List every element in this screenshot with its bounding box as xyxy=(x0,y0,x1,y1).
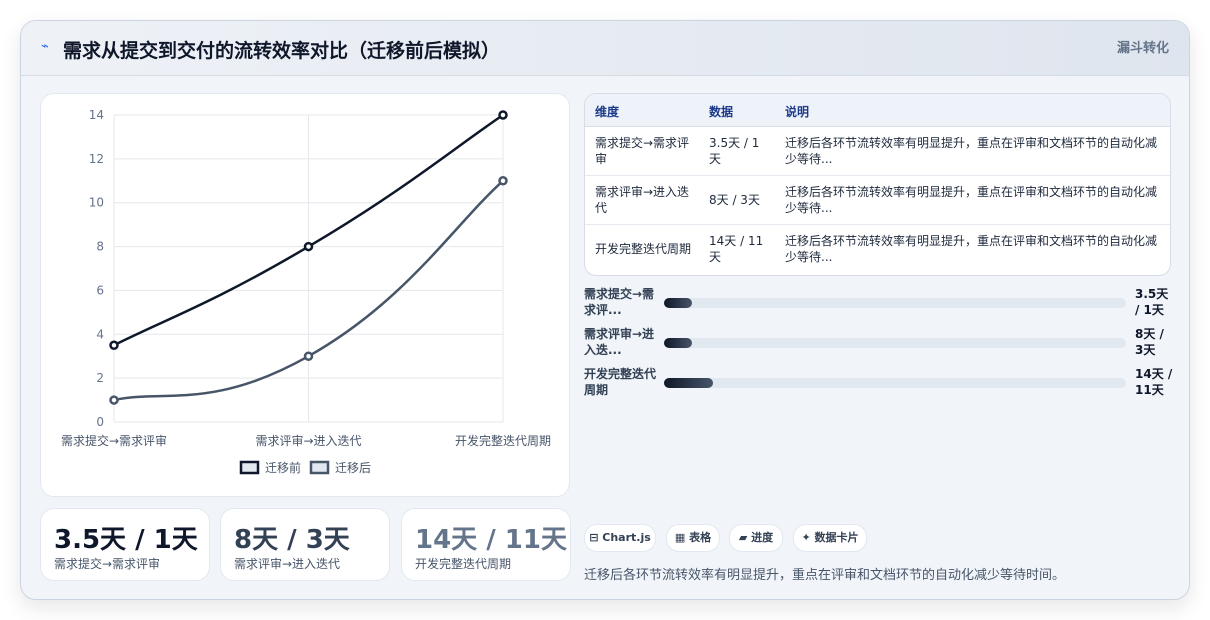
stat-value: 3.5天 / 1天 xyxy=(54,525,198,555)
flow-icon: ⌁ xyxy=(41,39,49,54)
y-tick-label: 12 xyxy=(89,152,104,166)
chart-icon: ⊟ xyxy=(589,531,599,544)
progress-label: 需求评审→进入迭... xyxy=(584,327,655,357)
progress-icon: ▰ xyxy=(738,531,748,544)
progress-value: 14天 / 11天 xyxy=(1135,367,1173,397)
y-tick-label: 14 xyxy=(89,108,104,122)
y-tick-label: 8 xyxy=(96,240,104,254)
table-cell: 迁移后各环节流转效率有明显提升，重点在评审和文档环节的自动化减少等待... xyxy=(785,185,1158,215)
legend-label: 迁移后 xyxy=(335,461,371,475)
pill-label: 表格 xyxy=(689,531,712,544)
stat-label: 开发完整迭代周期 xyxy=(415,557,512,571)
y-tick-label: 4 xyxy=(96,327,104,341)
x-tick-label: 开发完整迭代周期 xyxy=(455,433,551,448)
stat-card: 8天 / 3天 需求评审→进入迭代 xyxy=(220,508,390,581)
progress-row: 开发完整迭代周期 14天 / 11天 xyxy=(584,366,1174,400)
line-chart-panel: 0 2 4 6 8 10 12 14 需求提交→需求评审 需求评审→进入迭代 开发完整迭代周期迁移前… xyxy=(40,93,570,497)
data-point xyxy=(498,176,508,186)
column-header: 数据 xyxy=(709,105,734,119)
progress-value: 3.5天 / 1天 xyxy=(1135,287,1169,317)
progress-fill xyxy=(664,378,714,388)
table-row: 需求提交→需求评审 3.5天 / 1天 迁移后各环节流转效率有明显提升，重点在评… xyxy=(585,127,1170,176)
y-tick-label: 10 xyxy=(89,196,104,210)
table-cell: 14天 / 11天 xyxy=(709,234,764,264)
progress-fill xyxy=(664,298,692,308)
y-tick-label: 0 xyxy=(96,415,104,429)
stat-card: 14天 / 11天 开发完整迭代周期 xyxy=(401,508,571,581)
y-tick-label: 6 xyxy=(96,283,104,297)
progress-row: 需求提交→需求评... 3.5天 / 1天 xyxy=(584,286,1174,320)
table-icon: ▦ xyxy=(674,531,686,544)
pill-label: 数据卡片 xyxy=(814,531,859,544)
table-cell: 开发完整迭代周期 xyxy=(595,242,692,256)
sparkle-icon: ✦ xyxy=(801,531,811,544)
data-point xyxy=(109,395,119,405)
chartjs-pill[interactable]: ⊟ Chart.js xyxy=(584,524,656,552)
stat-value: 14天 / 11天 xyxy=(415,525,567,555)
table-pill[interactable]: ▦ 表格 xyxy=(666,524,720,552)
card-header: ⌁ 需求从提交到交付的流转效率对比（迁移前后模拟） 漏斗转化 xyxy=(21,21,1189,76)
stat-label: 需求提交→需求评审 xyxy=(54,557,161,571)
progress-row: 需求评审→进入迭... 8天 / 3天 xyxy=(584,326,1174,360)
progress-fill xyxy=(664,338,692,348)
page-title: 需求从提交到交付的流转效率对比（迁移前后模拟） xyxy=(63,40,501,62)
pill-label: Chart.js xyxy=(602,531,651,544)
table-header: 维度 数据 说明 xyxy=(585,94,1170,127)
progress-pill[interactable]: ▰ 进度 xyxy=(729,524,783,552)
table-row: 需求评审→进入迭代 8天 / 3天 迁移后各环节流转效率有明显提升，重点在评审和… xyxy=(585,176,1170,225)
dashboard-card: ⌁ 需求从提交到交付的流转效率对比（迁移前后模拟） 漏斗转化 0 2 4 6 8 10 12… xyxy=(20,20,1190,600)
progress-value: 8天 / 3天 xyxy=(1135,327,1164,357)
x-tick-label: 需求提交→需求评审 xyxy=(61,433,167,448)
data-point xyxy=(109,340,119,350)
table-cell: 迁移后各环节流转效率有明显提升，重点在评审和文档环节的自动化减少等待... xyxy=(785,136,1158,166)
column-header: 维度 xyxy=(595,105,620,119)
legend-swatch xyxy=(309,460,330,475)
progress-label: 开发完整迭代周期 xyxy=(584,367,657,397)
table-cell: 迁移后各环节流转效率有明显提升，重点在评审和文档环节的自动化减少等待... xyxy=(785,234,1158,264)
legend-swatch xyxy=(239,460,260,475)
table-cell: 需求评审→进入迭代 xyxy=(595,185,690,215)
progress-track xyxy=(664,338,1126,348)
progress-track xyxy=(664,298,1126,308)
y-tick-label: 2 xyxy=(96,371,104,385)
data-point xyxy=(303,351,314,361)
pill-label: 进度 xyxy=(751,531,774,544)
x-tick-label: 需求评审→进入迭代 xyxy=(255,433,361,448)
data-table: 维度 数据 说明 需求提交→需求评审 3.5天 / 1天 迁移后各环节流转效率有… xyxy=(584,93,1171,276)
stat-value: 8天 / 3天 xyxy=(234,525,350,555)
line-chart: 0 2 4 6 8 10 12 14 需求提交→需求评审 需求评审→进入迭代 开发完整迭代周期迁移前… xyxy=(61,108,551,475)
legend-label: 迁移前 xyxy=(265,460,301,475)
table-cell: 需求提交→需求评审 xyxy=(595,136,690,166)
table-row: 开发完整迭代周期 14天 / 11天 迁移后各环节流转效率有明显提升，重点在评审… xyxy=(585,225,1170,273)
progress-track xyxy=(664,378,1126,388)
stat-label: 需求评审→进入迭代 xyxy=(234,557,341,571)
column-header: 说明 xyxy=(785,105,810,119)
data-card-pill[interactable]: ✦ 数据卡片 xyxy=(793,524,867,552)
data-point xyxy=(498,110,508,120)
table-cell: 3.5天 / 1天 xyxy=(709,136,760,166)
footer-note: 迁移后各环节流转效率有明显提升，重点在评审和文档环节的自动化减少等待时间。 xyxy=(584,568,1066,583)
table-cell: 8天 / 3天 xyxy=(709,193,760,207)
progress-label: 需求提交→需求评... xyxy=(584,287,655,317)
stat-card: 3.5天 / 1天 需求提交→需求评审 xyxy=(40,508,210,581)
data-point xyxy=(303,241,314,252)
category-tag: 漏斗转化 xyxy=(1116,41,1169,56)
